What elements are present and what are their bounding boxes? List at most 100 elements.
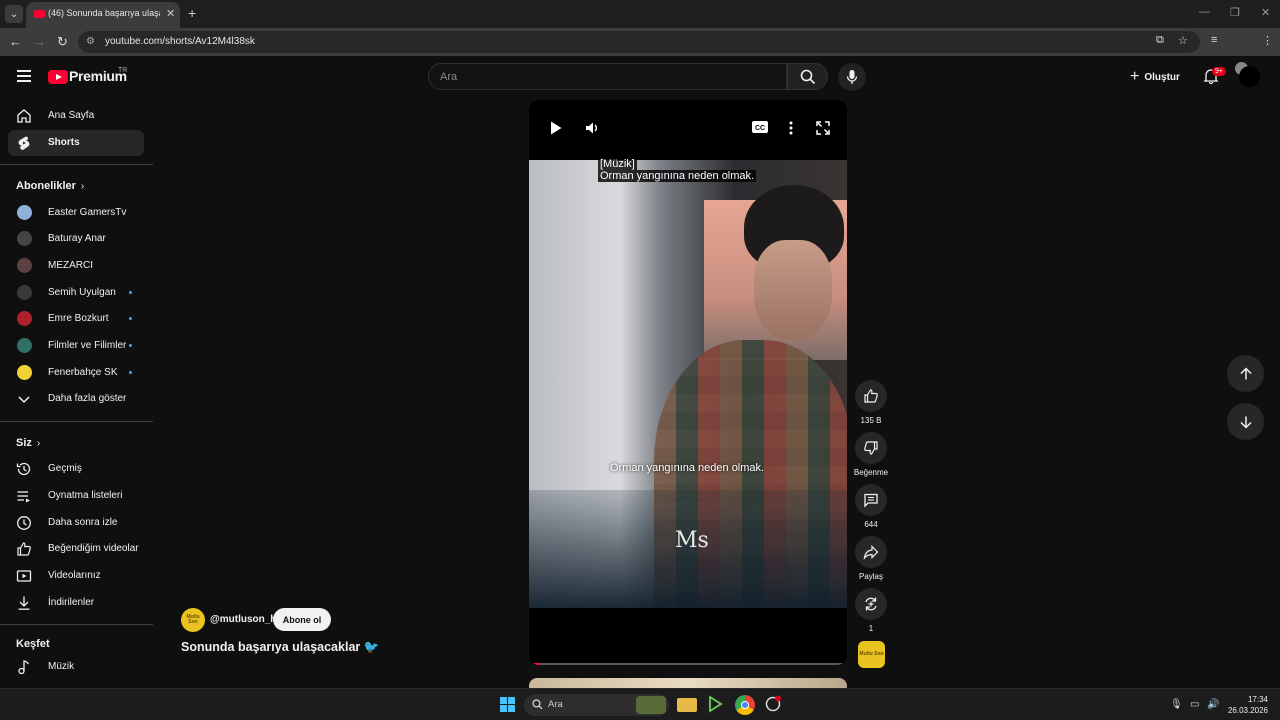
play-icon[interactable] (549, 120, 563, 136)
clock-date: 26.03.2026 (1227, 706, 1268, 715)
dislike-button[interactable] (855, 432, 887, 464)
shorts-player[interactable]: CC Ms [Müzik] Orman yangınına neden olma… (529, 100, 847, 665)
channel-avatar (17, 205, 32, 220)
sidebar-channel[interactable]: MEZARCI (8, 253, 144, 279)
search-icon (800, 69, 816, 85)
minimize-icon[interactable]: — (1199, 6, 1210, 18)
taskbar-search[interactable]: Ara (524, 694, 669, 716)
sidebar-channel[interactable]: Semih Uyulgan (8, 280, 144, 306)
sidebar-item-shorts[interactable]: Shorts (8, 130, 144, 156)
subscriptions-heading[interactable]: Abonelikler › (16, 180, 84, 192)
youtube-favicon-icon (34, 10, 45, 18)
taskbar-clock[interactable]: 17:34 26.03.2026 (1226, 694, 1268, 716)
previous-short-button[interactable] (1227, 355, 1264, 392)
tab-close-icon[interactable]: ✕ (166, 7, 175, 20)
voice-search-button[interactable] (838, 63, 866, 91)
new-content-dot (129, 317, 132, 320)
taskbar-search-icon (532, 699, 543, 710)
microphone-icon (846, 70, 858, 84)
network-tray-icon[interactable]: ▭ (1190, 699, 1199, 710)
browser-toolbar: ← → ↻ ⚙ youtube.com/shorts/Av12M4l38sk ⧉… (0, 28, 1280, 75)
search-input[interactable] (440, 71, 770, 83)
more-options-icon[interactable] (788, 120, 794, 136)
dislike-label: Beğenme (853, 468, 889, 477)
window-close-icon[interactable]: ✕ (1261, 6, 1270, 19)
sidebar-channel[interactable]: Baturay Anar (8, 226, 144, 252)
channel-handle[interactable]: @mutluson_h (210, 614, 276, 625)
video-frame[interactable]: Ms (529, 160, 847, 608)
sidebar-item-watch-later[interactable]: Daha sonra izle (8, 510, 144, 536)
burned-in-subtitle: Orman yangınına neden olmak. (610, 462, 765, 474)
sidebar-item-label: İndirilenler (48, 597, 95, 608)
you-title: Siz (16, 437, 32, 449)
maximize-icon[interactable]: ❐ (1230, 6, 1240, 19)
forward-icon[interactable]: → (33, 34, 46, 49)
explore-title: Keşfet (16, 638, 50, 650)
sidebar-item-home[interactable]: Ana Sayfa (8, 103, 144, 129)
sidebar-channel[interactable]: Filmler ve Filimler (8, 333, 144, 359)
watch-later-icon (17, 516, 31, 530)
play-store-app-icon[interactable] (706, 695, 726, 715)
sidebar-channel[interactable]: Emre Bozkurt (8, 306, 144, 332)
search-button[interactable] (787, 63, 828, 90)
guide-menu-icon[interactable] (17, 70, 31, 82)
you-heading[interactable]: Siz › (16, 437, 40, 449)
svg-text:CC: CC (755, 125, 765, 132)
address-bar[interactable]: ⚙ youtube.com/shorts/Av12M4l38sk (78, 31, 1200, 53)
show-more-button[interactable]: Daha fazla göster (8, 386, 144, 412)
remix-button[interactable] (855, 588, 887, 620)
channel-name: Semih Uyulgan (48, 287, 116, 298)
sidebar-item-downloads[interactable]: İndirilenler (8, 590, 144, 616)
sidebar-item-history[interactable]: Geçmiş (8, 456, 144, 482)
chevron-right-icon: › (80, 181, 85, 192)
fullscreen-icon[interactable] (815, 120, 831, 136)
channel-avatar (17, 365, 32, 380)
youtube-logo-icon[interactable] (48, 70, 68, 84)
sidebar-item-your-videos[interactable]: Videolarınız (8, 563, 144, 589)
channel-avatar (17, 311, 32, 326)
chevron-right-icon: › (36, 438, 41, 449)
home-icon (17, 109, 31, 123)
app-taskbar-icon[interactable] (764, 695, 784, 715)
channel-avatar (17, 285, 32, 300)
progress-bar[interactable] (534, 663, 842, 665)
tab-search-button[interactable]: ⌄ (5, 5, 23, 23)
sidebar-item-playlists[interactable]: Oynatma listeleri (8, 483, 144, 509)
channel-name: Fenerbahçe SK (48, 367, 118, 378)
bookmark-star-icon[interactable]: ☆ (1178, 34, 1188, 47)
back-icon[interactable]: ← (9, 34, 22, 49)
microphone-tray-icon[interactable]: 🎙 (1170, 699, 1183, 710)
browser-tab[interactable]: (46) Sonunda başarıya ulaşacaklar ✕ (26, 2, 180, 28)
chrome-taskbar-icon[interactable] (735, 695, 755, 715)
volume-tray-icon[interactable]: 🔊 (1207, 699, 1219, 710)
search-highlight-image (636, 696, 666, 714)
comments-button[interactable] (855, 484, 887, 516)
media-controls-icon[interactable]: ≡ (1211, 34, 1217, 46)
channel-name: Emre Bozkurt (48, 313, 109, 324)
volume-icon[interactable] (584, 120, 600, 136)
channel-name: Baturay Anar (48, 233, 106, 244)
account-avatar[interactable] (1239, 66, 1260, 87)
playlists-icon (17, 491, 30, 503)
sound-channel-thumbnail[interactable]: Mutlu Son (858, 641, 885, 668)
create-button[interactable]: + Oluştur (1130, 68, 1180, 86)
chrome-menu-icon[interactable]: ⋮ (1262, 34, 1273, 47)
sidebar-item-label: Beğendiğim videolar (48, 543, 139, 554)
new-tab-button[interactable]: + (188, 5, 196, 21)
next-short-button[interactable] (1227, 403, 1264, 440)
sidebar-channel[interactable]: Fenerbahçe SK (8, 360, 144, 386)
channel-avatar[interactable]: Mutlu Son (181, 608, 205, 632)
sidebar-channel[interactable]: Easter GamersTv (8, 200, 144, 226)
tab-title: (46) Sonunda başarıya ulaşacaklar (48, 8, 160, 18)
like-button[interactable] (855, 380, 887, 412)
file-explorer-icon[interactable] (677, 698, 697, 712)
subscribe-button[interactable]: Abone ol (273, 608, 331, 631)
install-app-icon[interactable]: ⧉ (1156, 34, 1164, 47)
sidebar-item-music[interactable]: Müzik (8, 654, 144, 680)
sidebar-item-liked-videos[interactable]: Beğendiğim videolar (8, 536, 144, 562)
share-button[interactable] (855, 536, 887, 568)
reload-icon[interactable]: ↻ (57, 34, 68, 50)
windows-start-icon[interactable] (500, 697, 515, 712)
site-info-icon[interactable]: ⚙ (86, 36, 95, 47)
captions-icon[interactable]: CC (751, 120, 769, 134)
